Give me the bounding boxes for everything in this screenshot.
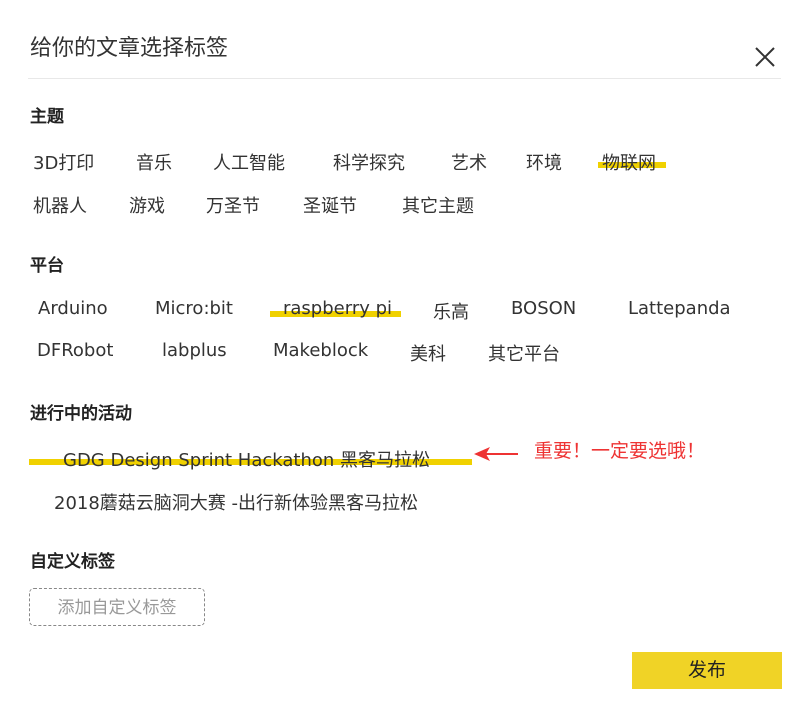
- add-custom-tag-button[interactable]: 添加自定义标签: [29, 588, 205, 626]
- tag-robot[interactable]: 机器人: [33, 192, 87, 218]
- annotation-arrow-icon: [474, 447, 518, 461]
- publish-button[interactable]: 发布: [632, 652, 782, 689]
- tag-lattepanda[interactable]: Lattepanda: [628, 298, 731, 319]
- tag-meike[interactable]: 美科: [410, 340, 446, 366]
- tag-iot[interactable]: 物联网: [602, 149, 656, 175]
- tag-music[interactable]: 音乐: [136, 149, 172, 175]
- tag-science[interactable]: 科学探究: [333, 149, 405, 175]
- tag-christmas[interactable]: 圣诞节: [303, 192, 357, 218]
- tag-microbit[interactable]: Micro:bit: [155, 298, 233, 319]
- annotation-text: 重要！一定要选哦！: [534, 440, 706, 462]
- tag-ai[interactable]: 人工智能: [213, 149, 285, 175]
- tag-art[interactable]: 艺术: [451, 149, 487, 175]
- close-icon: [755, 47, 775, 67]
- tag-makeblock[interactable]: Makeblock: [273, 340, 368, 361]
- header-divider: [28, 78, 781, 79]
- tag-halloween[interactable]: 万圣节: [206, 192, 260, 218]
- tag-raspberry-pi[interactable]: raspberry pi: [283, 298, 392, 319]
- close-button[interactable]: [753, 45, 777, 69]
- tag-arduino[interactable]: Arduino: [38, 298, 108, 319]
- tag-other-platform[interactable]: 其它平台: [488, 340, 560, 366]
- section-title-platform: 平台: [30, 256, 64, 276]
- activity-gdg-hackathon[interactable]: GDG Design Sprint Hackathon 黑客马拉松: [63, 446, 430, 472]
- tag-dfrobot[interactable]: DFRobot: [37, 340, 113, 361]
- tag-lego[interactable]: 乐高: [433, 298, 469, 324]
- tag-game[interactable]: 游戏: [129, 192, 165, 218]
- tag-environment[interactable]: 环境: [526, 149, 562, 175]
- tag-boson[interactable]: BOSON: [511, 298, 576, 319]
- section-title-topic: 主题: [30, 107, 64, 127]
- dialog-title: 给你的文章选择标签: [30, 36, 229, 61]
- activity-mushroom-cloud[interactable]: 2018蘑菇云脑洞大赛 -出行新体验黑客马拉松: [54, 489, 418, 515]
- section-title-activities: 进行中的活动: [30, 404, 132, 424]
- tag-other-topic[interactable]: 其它主题: [402, 192, 474, 218]
- tag-3d-printing[interactable]: 3D打印: [33, 149, 94, 175]
- section-title-custom: 自定义标签: [30, 552, 115, 572]
- tag-labplus[interactable]: labplus: [162, 340, 227, 361]
